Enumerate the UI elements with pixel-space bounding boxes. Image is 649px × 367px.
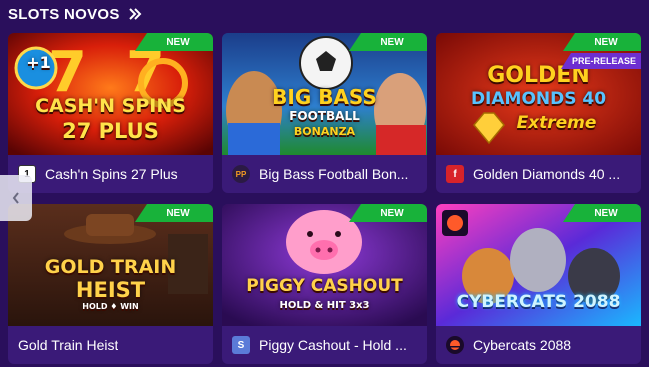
new-badge: NEW <box>135 33 213 51</box>
art-title-line-1: CASH'N SPINS <box>35 95 186 117</box>
art-title-line-2: HOLD & HIT 3x3 <box>279 300 370 311</box>
game-card-cashn-spins[interactable]: 7 7 +1 CASH'N SPINS 27 PLUS NEW 1 Cash'n… <box>8 33 213 193</box>
double-chevron-right-icon[interactable] <box>128 7 142 21</box>
game-card-gold-train-heist[interactable]: GOLD TRAIN HEIST HOLD ♦ WIN NEW Gold Tra… <box>8 204 213 364</box>
game-card-cybercats[interactable]: CYBERCATS 2088 NEW Cybercats 2088 <box>436 204 641 364</box>
game-thumbnail[interactable]: BIG BASS FOOTBALL BONANZA NEW <box>222 33 427 155</box>
card-footer[interactable]: S Piggy Cashout - Hold ... <box>222 326 427 364</box>
art-title-line-3: HOLD ♦ WIN <box>82 302 139 311</box>
card-footer[interactable]: Gold Train Heist <box>8 326 213 364</box>
art-title-line-1: GOLD TRAIN <box>44 256 177 278</box>
game-name[interactable]: Cybercats 2088 <box>473 337 571 353</box>
provider-sun-icon <box>450 340 460 350</box>
art-title-line-1: BIG BASS <box>272 85 377 109</box>
provider-icon: S <box>232 336 250 354</box>
art-title-line-2: 27 PLUS <box>62 119 159 143</box>
art-title-line-2: FOOTBALL <box>289 109 360 123</box>
section-header[interactable]: SLOTS NOVOS <box>8 4 142 24</box>
art-title-line-3: Extreme <box>516 113 597 133</box>
new-badge: NEW <box>349 204 427 222</box>
new-badge: NEW <box>135 204 213 222</box>
card-footer[interactable]: Cybercats 2088 <box>436 326 641 364</box>
card-footer[interactable]: f Golden Diamonds 40 ... <box>436 155 641 193</box>
game-card-piggy-cashout[interactable]: PIGGY CASHOUT HOLD & HIT 3x3 NEW S Piggy… <box>222 204 427 364</box>
game-name[interactable]: Gold Train Heist <box>18 337 118 353</box>
provider-icon <box>446 336 464 354</box>
scroll-left-button[interactable] <box>0 175 32 221</box>
game-name[interactable]: Golden Diamonds 40 ... <box>473 166 620 182</box>
game-thumbnail[interactable]: PIGGY CASHOUT HOLD & HIT 3x3 NEW <box>222 204 427 326</box>
chevron-left-icon <box>12 192 19 204</box>
game-thumbnail[interactable]: GOLD TRAIN HEIST HOLD ♦ WIN NEW <box>8 204 213 326</box>
game-name[interactable]: Big Bass Football Bon... <box>259 166 408 182</box>
art-tag: +1 <box>26 53 51 72</box>
section-title: SLOTS NOVOS <box>8 5 120 23</box>
new-badge: NEW <box>563 204 641 222</box>
game-thumbnail[interactable]: 7 7 +1 CASH'N SPINS 27 PLUS NEW <box>8 33 213 155</box>
art-title-line-1: PIGGY CASHOUT <box>246 276 403 296</box>
card-footer[interactable]: 1 Cash'n Spins 27 Plus <box>8 155 213 193</box>
game-card-big-bass-football[interactable]: BIG BASS FOOTBALL BONANZA NEW PP Big Bas… <box>222 33 427 193</box>
game-thumbnail[interactable]: CYBERCATS 2088 NEW <box>436 204 641 326</box>
game-name[interactable]: Cash'n Spins 27 Plus <box>45 166 178 182</box>
game-card-golden-diamonds[interactable]: GOLDEN DIAMONDS 40 Extreme NEW PRE-RELEA… <box>436 33 641 193</box>
pre-release-badge: PRE-RELEASE <box>561 53 641 69</box>
game-thumbnail[interactable]: GOLDEN DIAMONDS 40 Extreme NEW PRE-RELEA… <box>436 33 641 155</box>
art-title-line-2: DIAMONDS 40 <box>470 89 607 109</box>
games-grid: 7 7 +1 CASH'N SPINS 27 PLUS NEW 1 Cash'n… <box>8 33 641 364</box>
game-name[interactable]: Piggy Cashout - Hold ... <box>259 337 407 353</box>
art-title-line-3: BONANZA <box>293 125 356 138</box>
card-footer[interactable]: PP Big Bass Football Bon... <box>222 155 427 193</box>
provider-icon: PP <box>232 165 250 183</box>
new-badge: NEW <box>349 33 427 51</box>
provider-icon: f <box>446 165 464 183</box>
art-title-line-2: HEIST <box>75 278 146 302</box>
art-title-line-1: CYBERCATS 2088 <box>456 292 621 312</box>
new-badge: NEW <box>563 33 641 51</box>
